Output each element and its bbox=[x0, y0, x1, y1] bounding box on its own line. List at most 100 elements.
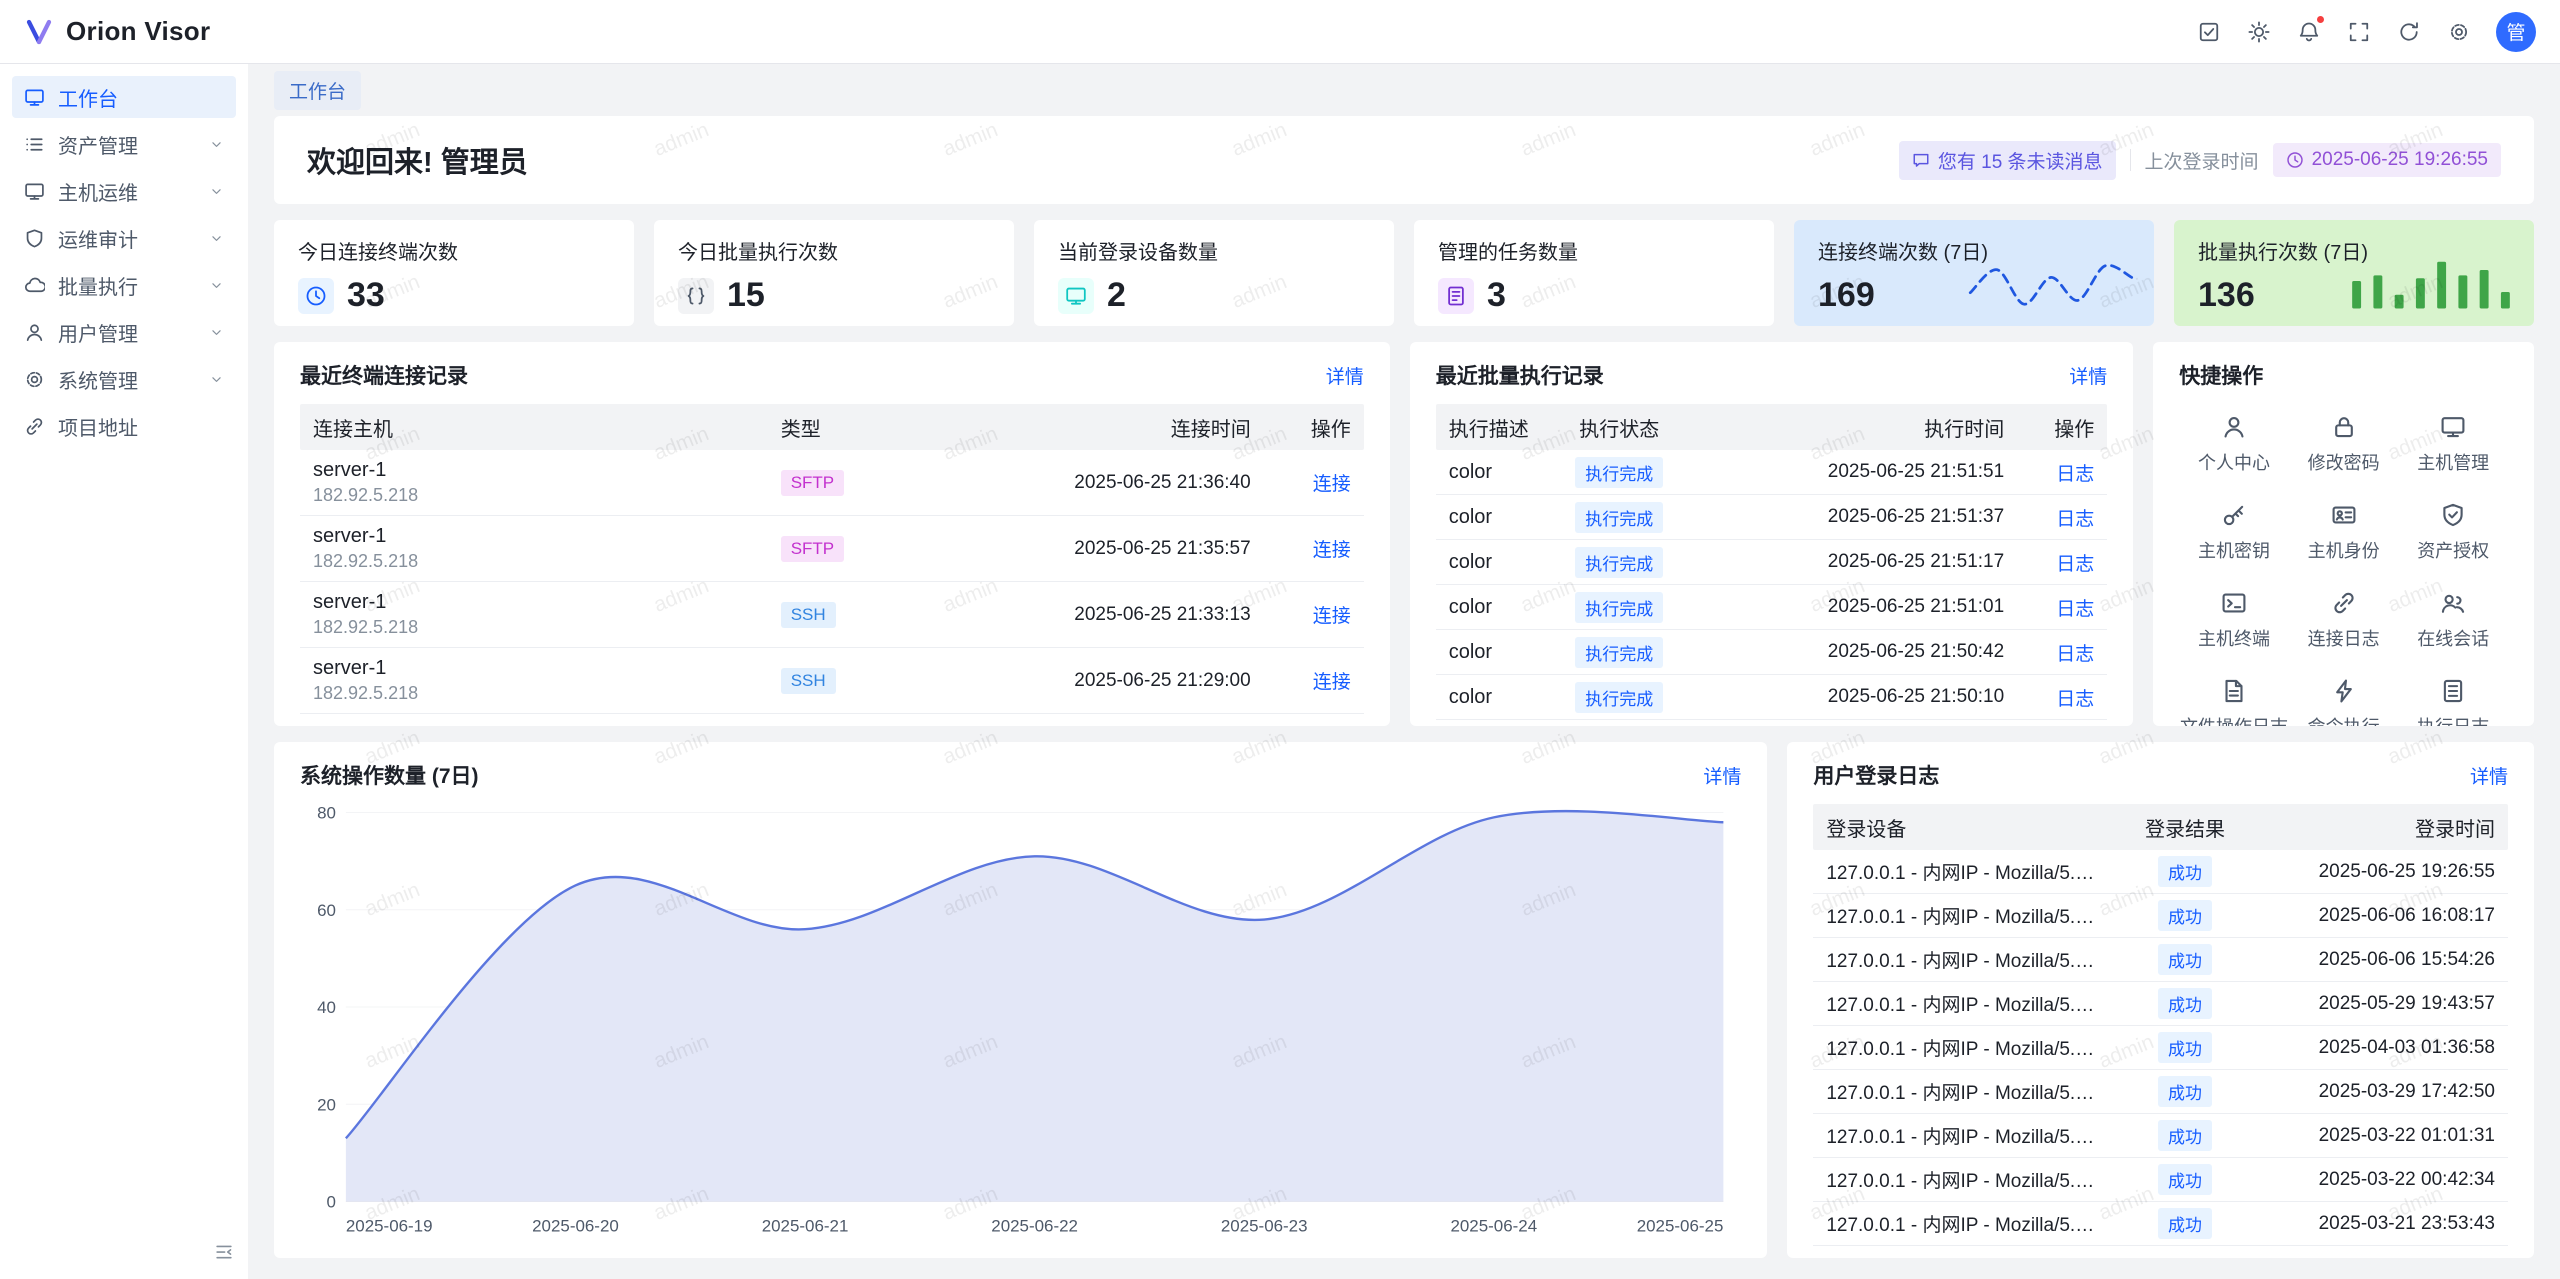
log-link[interactable]: 日志 bbox=[2056, 689, 2094, 710]
login-detail-link[interactable]: 详情 bbox=[2470, 762, 2508, 789]
login-time: 2025-03-21 23:53:43 bbox=[2255, 1213, 2495, 1235]
quick-action-label: 执行日志 bbox=[2417, 713, 2489, 726]
sidebar-item[interactable]: 项目地址 bbox=[12, 405, 236, 447]
chevron-down-icon bbox=[209, 372, 224, 387]
stat-value: 33 bbox=[347, 276, 385, 315]
table-header: 执行描述 执行状态 执行时间 操作 bbox=[1436, 404, 2108, 450]
login-result-badge: 成功 bbox=[2158, 988, 2212, 1019]
notification-bell-icon[interactable] bbox=[2288, 11, 2330, 53]
sidebar-item[interactable]: 运维审计 bbox=[12, 217, 236, 259]
connect-link[interactable]: 连接 bbox=[1313, 474, 1351, 495]
exec-description: color bbox=[1449, 551, 1535, 574]
quick-action[interactable]: 资产授权 bbox=[2398, 502, 2508, 563]
connect-link[interactable]: 连接 bbox=[1313, 540, 1351, 561]
quick-action[interactable]: 修改密码 bbox=[2289, 414, 2399, 475]
quick-actions-panel: 快捷操作 个人中心 修改密码 主机管理 bbox=[2153, 342, 2534, 726]
stat-icon bbox=[678, 278, 714, 314]
terminal-detail-link[interactable]: 详情 bbox=[1326, 362, 1364, 389]
table-row: 127.0.0.1 - 内网IP - Mozilla/5.0 (Windows … bbox=[1813, 1070, 2508, 1114]
breadcrumb-item[interactable]: 工作台 bbox=[274, 71, 361, 110]
app-title: Orion Visor bbox=[66, 16, 210, 47]
quick-action[interactable]: 个人中心 bbox=[2179, 414, 2289, 475]
log-link[interactable]: 日志 bbox=[2056, 554, 2094, 575]
sidebar-item[interactable]: 批量执行 bbox=[12, 264, 236, 306]
connect-link[interactable]: 连接 bbox=[1313, 606, 1351, 627]
last-login-label: 上次登录时间 bbox=[2145, 147, 2259, 174]
host-ip: 182.92.5.218 bbox=[313, 683, 781, 704]
quick-action[interactable]: 主机密钥 bbox=[2179, 502, 2289, 563]
quick-action[interactable]: 主机管理 bbox=[2398, 414, 2508, 475]
exec-time: 2025-06-25 21:50:42 bbox=[1704, 641, 2004, 663]
welcome-banner: 欢迎回来! 管理员 您有 15 条未读消息 上次登录时间 2025-06-25 … bbox=[274, 116, 2534, 204]
quick-action[interactable]: 文件操作日志 bbox=[2179, 678, 2289, 726]
unread-messages-badge[interactable]: 您有 15 条未读消息 bbox=[1899, 141, 2116, 180]
sidebar-item[interactable]: 主机运维 bbox=[12, 170, 236, 212]
chevron-down-icon bbox=[209, 231, 224, 246]
connection-time: 2025-06-25 21:33:13 bbox=[931, 604, 1251, 626]
user-avatar[interactable]: 管 bbox=[2496, 12, 2536, 52]
sidebar-collapse-button[interactable] bbox=[214, 1242, 234, 1265]
quick-action[interactable]: 连接日志 bbox=[2289, 590, 2399, 651]
clock-icon bbox=[2286, 151, 2304, 169]
sidebar-item[interactable]: 用户管理 bbox=[12, 311, 236, 353]
stat-label: 今日连接终端次数 bbox=[298, 236, 610, 265]
stat-value: 15 bbox=[727, 276, 765, 315]
connection-type-badge: SSH bbox=[781, 668, 836, 694]
chevron-down-icon bbox=[209, 184, 224, 199]
quick-action-label: 命令执行 bbox=[2308, 713, 2380, 726]
sidebar-item-label: 主机运维 bbox=[58, 177, 138, 206]
exec-description: color bbox=[1449, 506, 1535, 529]
log-link[interactable]: 日志 bbox=[2056, 599, 2094, 620]
stat-icon bbox=[1058, 278, 1094, 314]
theme-sun-icon[interactable] bbox=[2238, 11, 2280, 53]
divider bbox=[2130, 149, 2131, 171]
sidebar-item-label: 批量执行 bbox=[58, 271, 138, 300]
last-login-time-badge: 2025-06-25 19:26:55 bbox=[2273, 143, 2501, 177]
svg-text:0: 0 bbox=[326, 1193, 335, 1212]
sidebar-item[interactable]: 资产管理 bbox=[12, 123, 236, 165]
connect-link[interactable]: 连接 bbox=[1313, 672, 1351, 693]
quick-action-label: 修改密码 bbox=[2308, 449, 2380, 475]
svg-text:80: 80 bbox=[317, 804, 336, 823]
quick-action[interactable]: 主机终端 bbox=[2179, 590, 2289, 651]
exec-time: 2025-06-25 21:51:51 bbox=[1704, 461, 2004, 483]
sidebar-item[interactable]: 工作台 bbox=[12, 76, 236, 118]
exec-status-badge: 执行完成 bbox=[1575, 682, 1663, 713]
batch-detail-link[interactable]: 详情 bbox=[2069, 362, 2107, 389]
stat-label: 今日批量执行次数 bbox=[678, 236, 990, 265]
login-device: 127.0.0.1 - 内网IP - Mozilla/5.0 (Windows … bbox=[1826, 902, 2115, 929]
quick-action-icon bbox=[2331, 590, 2357, 616]
login-time: 2025-06-25 19:26:55 bbox=[2255, 861, 2495, 883]
table-row: 127.0.0.1 - 内网IP - Mozilla/5.0 (Windows … bbox=[1813, 1158, 2508, 1202]
login-device: 127.0.0.1 - 内网IP - Mozilla/5.0 (Windows … bbox=[1826, 1034, 2115, 1061]
log-link[interactable]: 日志 bbox=[2056, 464, 2094, 485]
stat-card: 批量执行次数 (7日) 136 bbox=[2174, 220, 2534, 326]
message-check-icon[interactable] bbox=[2188, 11, 2230, 53]
stat-label: 当前登录设备数量 bbox=[1058, 236, 1370, 265]
welcome-right: 您有 15 条未读消息 上次登录时间 2025-06-25 19:26:55 bbox=[1899, 141, 2501, 180]
table-row: server-1 182.92.5.218 SFTP 2025-06-25 21… bbox=[300, 450, 1364, 516]
quick-action[interactable]: 在线会话 bbox=[2398, 590, 2508, 651]
sidebar-item-label: 用户管理 bbox=[58, 318, 138, 347]
refresh-icon[interactable] bbox=[2388, 11, 2430, 53]
quick-action[interactable]: 命令执行 bbox=[2289, 678, 2399, 726]
chart-detail-link[interactable]: 详情 bbox=[1703, 762, 1741, 789]
quick-action[interactable]: 执行日志 bbox=[2398, 678, 2508, 726]
quick-action[interactable]: 主机身份 bbox=[2289, 502, 2399, 563]
quick-action-label: 主机密钥 bbox=[2198, 537, 2270, 563]
log-link[interactable]: 日志 bbox=[2056, 509, 2094, 530]
sidebar-item[interactable]: 系统管理 bbox=[12, 358, 236, 400]
login-result-badge: 成功 bbox=[2158, 900, 2212, 931]
stat-card: 今日批量执行次数 15 bbox=[654, 220, 1014, 326]
terminal-table: 连接主机 类型 连接时间 操作 server-1 182.92.5.218 SF… bbox=[300, 404, 1364, 714]
settings-gear-icon[interactable] bbox=[2438, 11, 2480, 53]
chevron-down-icon bbox=[209, 325, 224, 340]
svg-text:20: 20 bbox=[317, 1095, 336, 1114]
sidebar-item-label: 运维审计 bbox=[58, 224, 138, 253]
notification-dot bbox=[2315, 14, 2326, 25]
log-link[interactable]: 日志 bbox=[2056, 644, 2094, 665]
fullscreen-icon[interactable] bbox=[2338, 11, 2380, 53]
batch-table: 执行描述 执行状态 执行时间 操作 color 执行完成 2025-06-25 … bbox=[1436, 404, 2108, 720]
stat-sparkline bbox=[2346, 255, 2516, 313]
table-row: color 执行完成 2025-06-25 21:51:51 日志 bbox=[1436, 450, 2108, 495]
